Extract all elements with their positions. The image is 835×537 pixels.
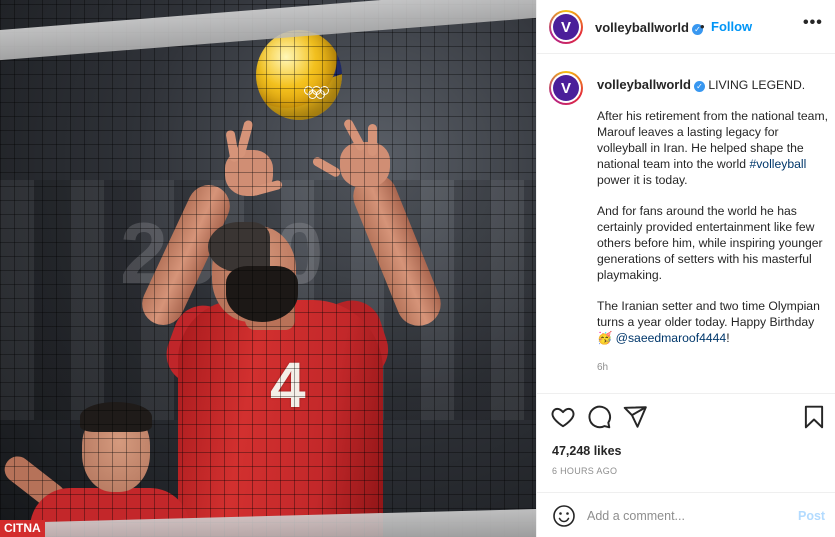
post-header: V volleyballworld ✓ • Follow •••	[537, 0, 835, 54]
volleyball-net	[0, 0, 536, 537]
heart-icon[interactable]	[550, 404, 576, 430]
more-options-icon[interactable]: •••	[803, 14, 823, 32]
username-text[interactable]: volleyballworld	[595, 20, 689, 35]
bookmark-icon[interactable]	[801, 404, 827, 430]
likes-count[interactable]: 47,248 likes	[552, 444, 622, 458]
share-icon[interactable]	[622, 404, 648, 430]
author-avatar[interactable]: V	[549, 10, 583, 44]
verified-badge-icon: ✓	[693, 81, 705, 92]
party-emoji: 🥳	[597, 331, 613, 345]
hashtag-link[interactable]: #volleyball	[749, 157, 806, 171]
follow-button[interactable]: Follow	[711, 19, 752, 34]
caption-headline: LIVING LEGEND.	[708, 78, 806, 92]
comment-icon[interactable]	[586, 404, 612, 430]
caption-paragraph-2: And for fans around the world he has cer…	[597, 204, 823, 282]
caption-author-avatar[interactable]: V	[549, 71, 583, 105]
author-avatar-logo: V	[553, 14, 579, 40]
post-sidebar: V volleyballworld ✓ • Follow ••• V volley…	[536, 0, 835, 537]
author-username-header[interactable]: volleyballworld ✓	[595, 19, 703, 37]
post-caption: V volleyballworld ✓ LIVING LEGEND. After …	[537, 55, 835, 392]
caption-paragraph-3: The Iranian setter and two time Olympian…	[597, 299, 820, 345]
caption-text: volleyballworld ✓ LIVING LEGEND. After hi…	[597, 77, 829, 361]
mention-link[interactable]: @saeedmaroof4444	[616, 331, 727, 345]
post-time-ago: 6 HOURS AGO	[552, 466, 618, 476]
caption-avatar-logo: V	[553, 75, 579, 101]
caption-username[interactable]: volleyballworld	[597, 77, 691, 92]
caption-paragraph-1: After his retirement from the national t…	[597, 109, 828, 187]
caption-timestamp[interactable]: 6h	[597, 362, 608, 373]
comment-input[interactable]	[587, 506, 787, 526]
post-actions: 47,248 likes 6 HOURS AGO	[537, 393, 835, 491]
comment-bar: Post	[537, 492, 835, 537]
watermark-logo: CITNA	[0, 520, 45, 537]
separator-dot: •	[700, 19, 705, 34]
emoji-icon[interactable]	[552, 504, 576, 528]
post-photo[interactable]: 2020 4 CITNA	[0, 0, 536, 537]
post-comment-button[interactable]: Post	[798, 509, 825, 523]
